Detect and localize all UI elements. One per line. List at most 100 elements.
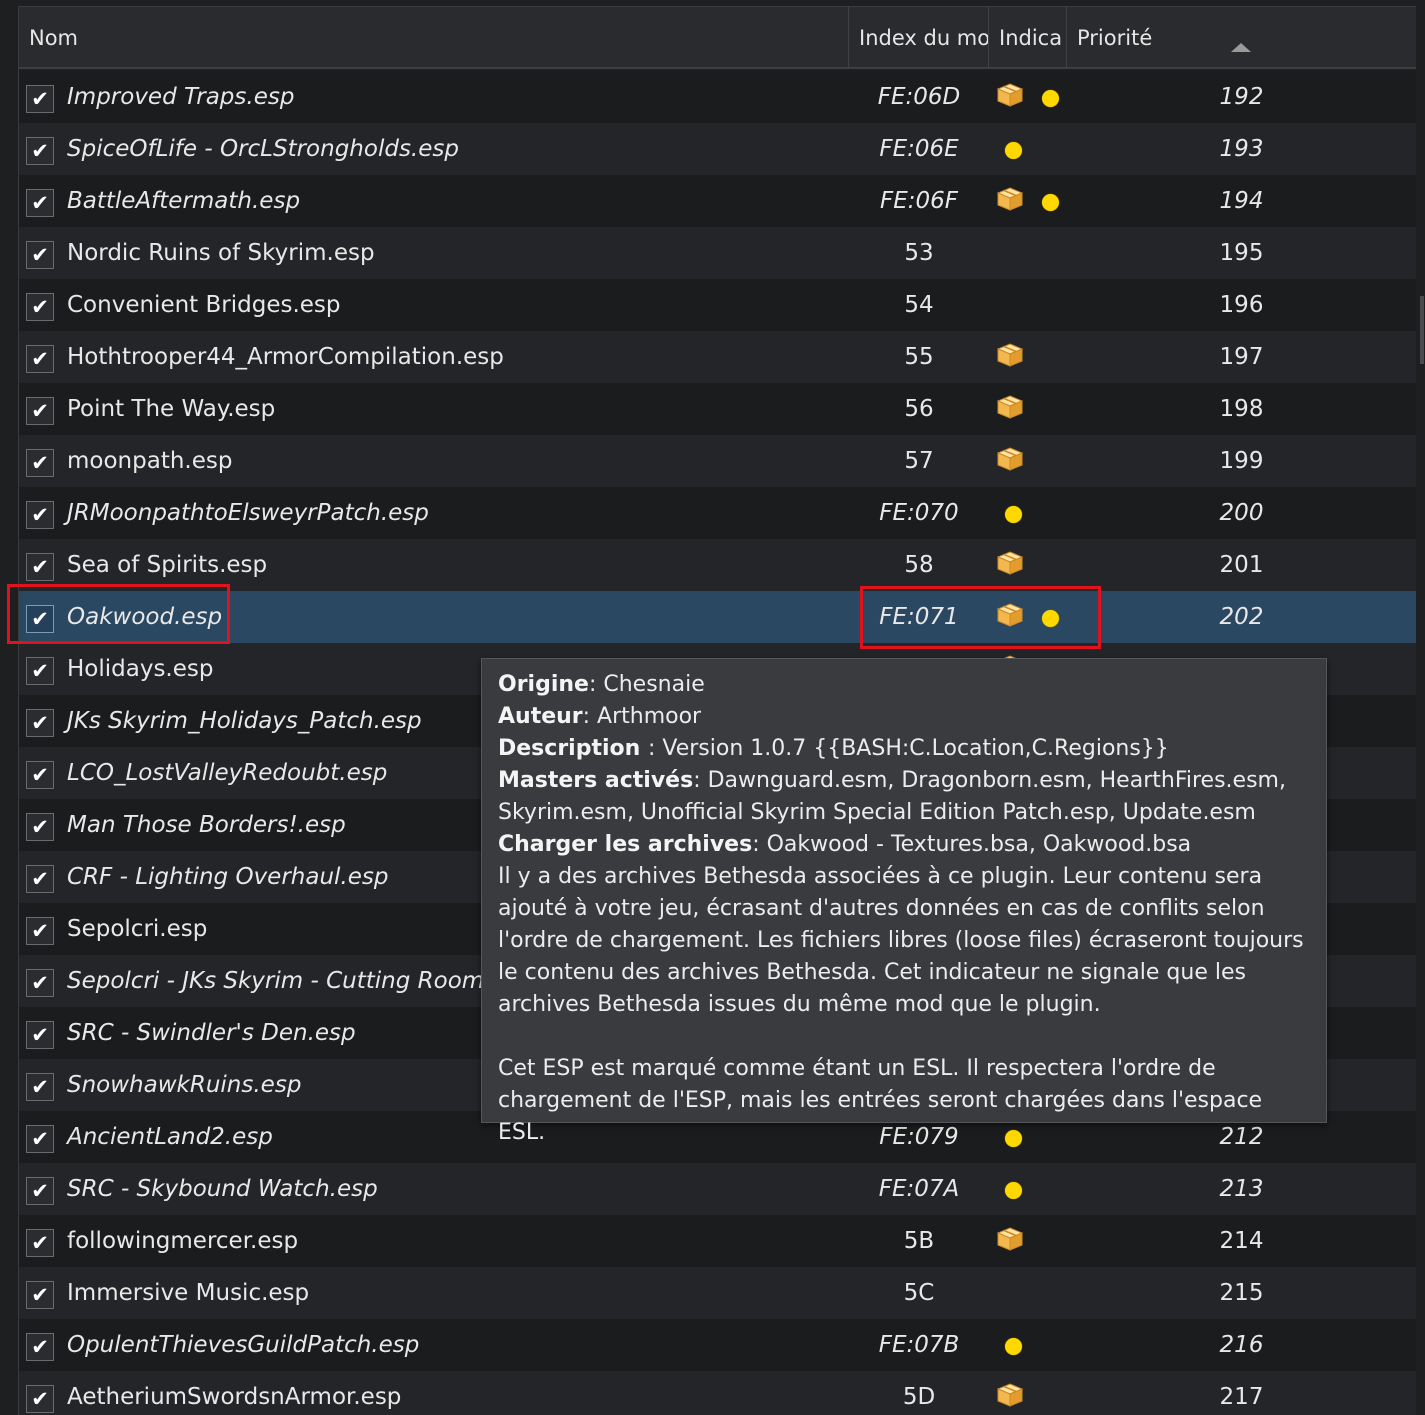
- plugin-name: Sepolcri.esp: [67, 916, 208, 942]
- plugin-enabled-checkbox[interactable]: ✔: [26, 293, 54, 321]
- tooltip-author: Auteur: Arthmoor: [498, 701, 1310, 733]
- plugin-name: CRF - Lighting Overhaul.esp: [67, 864, 389, 890]
- tooltip-description-label: Description: [498, 736, 648, 761]
- plugin-enabled-checkbox[interactable]: ✔: [26, 1281, 54, 1309]
- plugin-enabled-checkbox[interactable]: ✔: [26, 605, 54, 633]
- plugin-enabled-checkbox[interactable]: ✔: [26, 1177, 54, 1205]
- plugin-priority: 202: [1219, 604, 1264, 630]
- plugin-priority: 192: [1219, 84, 1264, 110]
- table-row[interactable]: ✔ Convenient Bridges.esp 54 196: [19, 279, 1416, 331]
- plugin-enabled-checkbox[interactable]: ✔: [26, 1385, 54, 1413]
- plugin-mod-index: 53: [904, 240, 934, 266]
- plugin-name: Hothtrooper44_ArmorCompilation.esp: [67, 344, 504, 370]
- plugin-priority: 213: [1219, 1176, 1264, 1202]
- plugin-enabled-checkbox[interactable]: ✔: [26, 501, 54, 529]
- plugin-mod-index: 54: [904, 292, 934, 318]
- table-row[interactable]: ✔ Hothtrooper44_ArmorCompilation.esp 55 197: [19, 331, 1416, 383]
- plugin-mod-index: 57: [904, 448, 934, 474]
- archive-package-icon: [996, 187, 1024, 211]
- plugin-enabled-checkbox[interactable]: ✔: [26, 1229, 54, 1257]
- plugin-enabled-checkbox[interactable]: ✔: [26, 1073, 54, 1101]
- plugin-name: Improved Traps.esp: [67, 84, 295, 110]
- plugin-enabled-checkbox[interactable]: ✔: [26, 85, 54, 113]
- plugin-name: AncientLand2.esp: [67, 1124, 273, 1150]
- plugin-enabled-checkbox[interactable]: ✔: [26, 657, 54, 685]
- plugin-name: Man Those Borders!.esp: [67, 812, 346, 838]
- table-row[interactable]: ✔ moonpath.esp 57 199: [19, 435, 1416, 487]
- table-row[interactable]: ✔ Oakwood.esp FE:071 202: [19, 591, 1416, 643]
- scrollbar-thumb[interactable]: [1420, 296, 1424, 364]
- plugin-name: Sepolcri - JKs Skyrim - Cutting Room Flo: [67, 968, 526, 994]
- table-row[interactable]: ✔ BattleAftermath.esp FE:06F 194: [19, 175, 1416, 227]
- light-plugin-dot-icon: [1005, 142, 1022, 159]
- plugin-name: Immersive Music.esp: [67, 1280, 310, 1306]
- plugin-mod-index: 5B: [903, 1228, 935, 1254]
- plugin-tooltip: Origine: Chesnaie Auteur: Arthmoor Descr…: [481, 658, 1327, 1145]
- plugin-name: Point The Way.esp: [67, 396, 276, 422]
- plugin-enabled-checkbox[interactable]: ✔: [26, 917, 54, 945]
- plugin-enabled-checkbox[interactable]: ✔: [26, 969, 54, 997]
- table-row[interactable]: ✔ SRC - Skybound Watch.esp FE:07A 213: [19, 1163, 1416, 1215]
- plugin-priority: 200: [1219, 500, 1264, 526]
- light-plugin-dot-icon: [1042, 194, 1059, 211]
- archive-package-icon: [996, 343, 1024, 367]
- plugin-enabled-checkbox[interactable]: ✔: [26, 761, 54, 789]
- table-row[interactable]: ✔ JRMoonpathtoElsweyrPatch.esp FE:070 200: [19, 487, 1416, 539]
- plugin-mod-index: FE:07B: [878, 1332, 960, 1358]
- plugin-name: followingmercer.esp: [67, 1228, 299, 1254]
- light-plugin-dot-icon: [1042, 90, 1059, 107]
- plugin-enabled-checkbox[interactable]: ✔: [26, 345, 54, 373]
- archive-package-icon: [996, 83, 1024, 107]
- plugin-mod-index: FE:07A: [878, 1176, 960, 1202]
- plugin-priority: 199: [1219, 448, 1264, 474]
- plugin-enabled-checkbox[interactable]: ✔: [26, 189, 54, 217]
- plugin-enabled-checkbox[interactable]: ✔: [26, 813, 54, 841]
- plugin-enabled-checkbox[interactable]: ✔: [26, 397, 54, 425]
- light-plugin-dot-icon: [1005, 1182, 1022, 1199]
- sort-ascending-icon[interactable]: [1231, 43, 1251, 52]
- table-row[interactable]: ✔ Sea of Spirits.esp 58 201: [19, 539, 1416, 591]
- column-header-mod-index[interactable]: Index du mo: [849, 7, 989, 69]
- tooltip-esl-note: Cet ESP est marqué comme étant un ESL. I…: [498, 1056, 1263, 1145]
- table-row[interactable]: ✔ followingmercer.esp 5B 214: [19, 1215, 1416, 1267]
- plugin-enabled-checkbox[interactable]: ✔: [26, 1125, 54, 1153]
- tooltip-masters-label: Masters activés: [498, 768, 694, 793]
- plugin-enabled-checkbox[interactable]: ✔: [26, 709, 54, 737]
- plugin-enabled-checkbox[interactable]: ✔: [26, 241, 54, 269]
- column-header-flags[interactable]: Indica: [989, 7, 1067, 69]
- table-row[interactable]: ✔ SpiceOfLife - OrcLStrongholds.esp FE:06E…: [19, 123, 1416, 175]
- plugin-enabled-checkbox[interactable]: ✔: [26, 553, 54, 581]
- table-row[interactable]: ✔ Immersive Music.esp 5C 215: [19, 1267, 1416, 1319]
- plugin-priority: 214: [1219, 1228, 1264, 1254]
- table-row[interactable]: ✔ AetheriumSwordsnArmor.esp 5D 217: [19, 1371, 1416, 1415]
- plugin-priority: 194: [1219, 188, 1264, 214]
- plugin-priority: 195: [1219, 240, 1264, 266]
- plugin-enabled-checkbox[interactable]: ✔: [26, 1333, 54, 1361]
- tooltip-spacer: [498, 1021, 1310, 1053]
- column-header-priority[interactable]: Priorité: [1067, 7, 1416, 69]
- plugin-mod-index: 58: [904, 552, 934, 578]
- plugin-enabled-checkbox[interactable]: ✔: [26, 865, 54, 893]
- tooltip-author-label: Auteur: [498, 704, 583, 729]
- light-plugin-dot-icon: [1005, 506, 1022, 523]
- tooltip-archives-label: Charger les archives: [498, 832, 753, 857]
- tooltip-origin: Origine: Chesnaie: [498, 669, 1310, 701]
- plugin-enabled-checkbox[interactable]: ✔: [26, 1021, 54, 1049]
- column-header-name[interactable]: Nom: [19, 7, 849, 69]
- table-row[interactable]: ✔ Nordic Ruins of Skyrim.esp 53 195: [19, 227, 1416, 279]
- plugin-enabled-checkbox[interactable]: ✔: [26, 449, 54, 477]
- tooltip-masters: Masters activés: Dawnguard.esm, Dragonbo…: [498, 765, 1310, 829]
- table-row[interactable]: ✔ Point The Way.esp 56 198: [19, 383, 1416, 435]
- plugin-name: Sea of Spirits.esp: [67, 552, 268, 578]
- archive-package-icon: [996, 395, 1024, 419]
- vertical-scrollbar[interactable]: [1418, 6, 1425, 1415]
- table-row[interactable]: ✔ OpulentThievesGuildPatch.esp FE:07B 216: [19, 1319, 1416, 1371]
- plugin-priority: 198: [1219, 396, 1264, 422]
- plugin-mod-index: 56: [904, 396, 934, 422]
- plugin-list-window: Nom Index du mo Indica Priorité ✔ Improve…: [0, 0, 1425, 1415]
- plugin-name: Oakwood.esp: [67, 604, 223, 630]
- plugin-enabled-checkbox[interactable]: ✔: [26, 137, 54, 165]
- archive-package-icon: [996, 1383, 1024, 1407]
- plugin-name: moonpath.esp: [67, 448, 233, 474]
- table-row[interactable]: ✔ Improved Traps.esp FE:06D 192: [19, 71, 1416, 123]
